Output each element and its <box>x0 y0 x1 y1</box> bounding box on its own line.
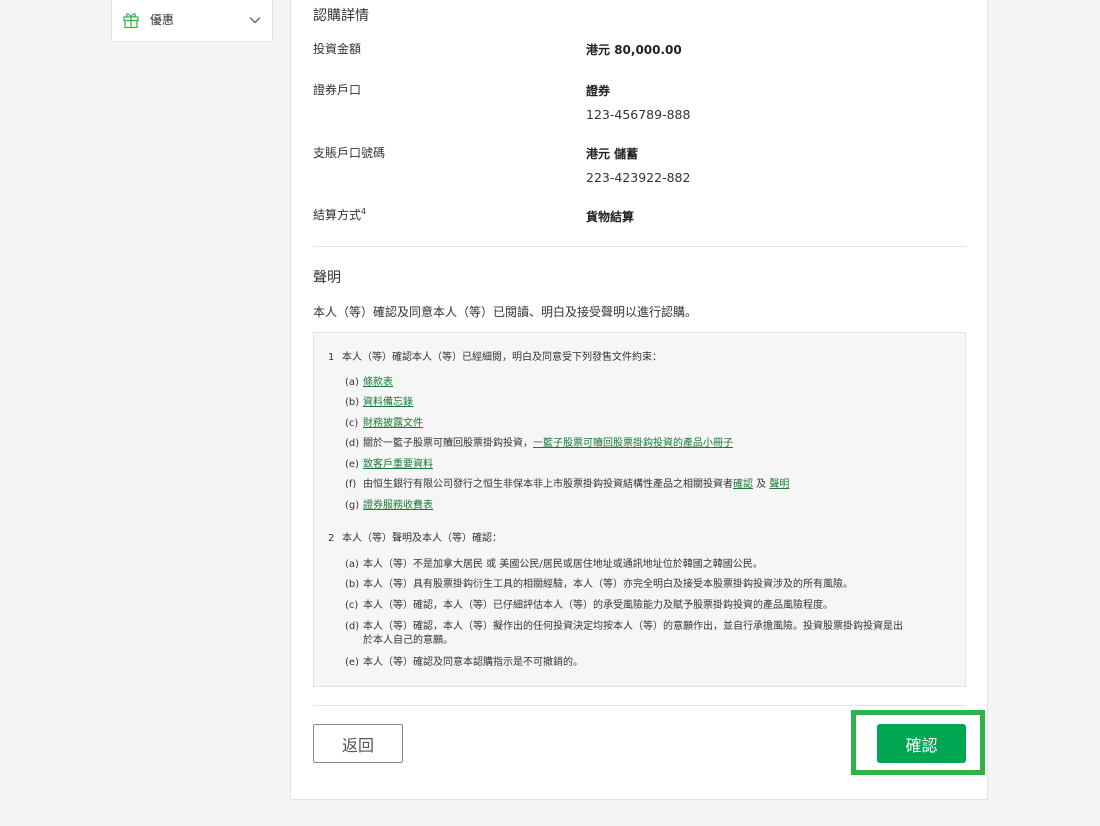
declaration-title: 聲明 <box>313 270 341 286</box>
list-item: (a) 本人（等）不是加拿大居民 或 美國公民/居民或居住地址或通訊地址位於韓國之… <box>345 559 763 570</box>
declaration-section-2: 2 本人（等）聲明及本人（等）確認： <box>328 533 502 544</box>
declaration-intro: 本人（等）確認及同意本人（等）已閱讀、明白及接受聲明以進行認購。 <box>313 305 698 319</box>
gift-icon <box>123 12 139 28</box>
list-item: (b) 本人（等）具有股票掛鈎衍生工具的相關經驗，本人（等）亦完全明白及接受本股票… <box>345 579 853 590</box>
investment-amount-label: 投資金額 <box>313 42 362 56</box>
subscription-panel: 認購詳情 投資金額 港元 80,000.00 證券戶口 證券 123-45678… <box>290 0 988 800</box>
declaration-section-1: 1 本人（等）確認本人（等）已經細閱，明白及同意受下列發售文件約束： <box>328 352 662 363</box>
investor-declaration-link[interactable]: 聲明 <box>769 479 789 490</box>
investor-confirmation-link[interactable]: 確認 <box>733 479 753 490</box>
sidebar-item-label: 優惠 <box>150 13 175 27</box>
product-booklet-link[interactable]: 一籃子股票可贖回股票掛鈎投資的產品小冊子 <box>533 438 733 449</box>
list-item: (d) 關於一籃子股票可贖回股票掛鈎投資，一籃子股票可贖回股票掛鈎投資的產品小冊子 <box>345 438 733 449</box>
important-info-link[interactable]: 致客戶重要資料 <box>363 459 433 470</box>
debit-account-number: 223-423922-882 <box>586 170 691 185</box>
information-memorandum-link[interactable]: 資料備忘錄 <box>363 397 413 408</box>
securities-account-number: 123-456789-888 <box>586 107 691 122</box>
list-item: (e) 本人（等）確認及同意本認購指示是不可撤銷的。 <box>345 657 583 668</box>
investment-amount-value: 港元 80,000.00 <box>586 43 682 57</box>
declaration-box: 1 本人（等）確認本人（等）已經細閱，明白及同意受下列發售文件約束： (a) 條款表… <box>313 332 966 687</box>
confirm-button[interactable]: 確認 <box>877 724 966 763</box>
list-item: (f) 由恒生銀行有限公司發行之恒生非保本非上市股票掛鈎投資結構性產品之相關投資者… <box>345 479 790 490</box>
settlement-method-label: 結算方式4 <box>313 207 367 222</box>
securities-account-value: 證券 123-456789-888 <box>586 84 691 122</box>
list-item: (b) 資料備忘錄 <box>345 397 413 408</box>
sidebar-item-offers[interactable]: 優惠 <box>111 0 273 42</box>
actions-divider <box>313 705 966 706</box>
section-divider <box>313 246 966 247</box>
list-item: (c) 本人（等）確認，本人（等）已仔細評估本人（等）的承受風險能力及賦予股票掛鈎… <box>345 600 833 611</box>
list-item: (g) 證券服務收費表 <box>345 500 433 511</box>
debit-account-value: 港元 儲蓄 223-423922-882 <box>586 147 691 185</box>
subscription-details-title: 認購詳情 <box>313 8 369 24</box>
back-button[interactable]: 返回 <box>313 724 403 763</box>
list-item: (a) 條款表 <box>345 377 393 388</box>
securities-fee-schedule-link[interactable]: 證券服務收費表 <box>363 500 433 511</box>
financial-disclosure-link[interactable]: 財務披露文件 <box>363 418 423 429</box>
list-item: (d) 本人（等）確認，本人（等）擬作出的任何投資決定均按本人（等）的意願作出，並… <box>345 621 903 646</box>
settlement-method-value: 貨物結算 <box>586 210 635 224</box>
list-item: (e) 致客戶重要資料 <box>345 459 433 470</box>
debit-account-label: 支賬戶口號碼 <box>313 146 386 160</box>
chevron-down-icon <box>249 16 261 23</box>
confirm-highlight-frame: 確認 <box>851 710 985 775</box>
securities-account-label: 證券戶口 <box>313 83 362 97</box>
term-sheet-link[interactable]: 條款表 <box>363 377 393 388</box>
list-item: (c) 財務披露文件 <box>345 418 423 429</box>
